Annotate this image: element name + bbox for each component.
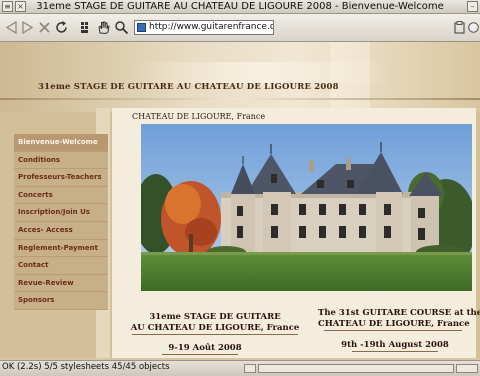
- sidebar-item-conditions[interactable]: Conditions: [14, 151, 108, 170]
- fr-dates-underline: [162, 354, 238, 355]
- sidebar-item-bienvenue[interactable]: Bienvenue-Welcome: [14, 134, 108, 152]
- forward-arrow-icon[interactable]: [20, 20, 35, 35]
- browser-toolbar: http://www.guitarenfrance.org/: [0, 14, 480, 42]
- minimize-icon[interactable]: –: [467, 1, 478, 12]
- banner-glow: [130, 62, 390, 84]
- en-course-dates: 9th -19th August 2008: [341, 340, 449, 350]
- sidebar-item-sponsors[interactable]: Sponsors: [14, 292, 108, 310]
- reload-icon[interactable]: [54, 20, 69, 35]
- sidebar-item-professeurs[interactable]: Professeurs-Teachers: [14, 169, 108, 187]
- sidebar-item-revue[interactable]: Revue-Review: [14, 274, 108, 293]
- url-field[interactable]: http://www.guitarenfrance.org/: [134, 20, 274, 35]
- fr-course-title: 31eme STAGE DE GUITARE: [149, 312, 281, 322]
- fr-course-location: AU CHATEAU DE LIGOURE, France: [130, 323, 300, 333]
- status-text: OK (2.2s) 5/5 stylesheets 45/45 objects: [2, 362, 170, 372]
- en-underline: [324, 330, 462, 331]
- grid-view-icon[interactable]: [80, 20, 95, 35]
- sidebar-item-acces[interactable]: Acces- Access: [14, 221, 108, 240]
- hand-icon[interactable]: [96, 20, 111, 35]
- status-bar: OK (2.2s) 5/5 stylesheets 45/45 objects: [0, 360, 480, 376]
- stop-icon[interactable]: [37, 20, 52, 35]
- en-dates-underline: [352, 351, 438, 352]
- web-page: 31eme STAGE DE GUITARE AU CHATEAU DE LIG…: [0, 42, 480, 358]
- clipboard-icon[interactable]: [452, 20, 467, 35]
- window-title: 31eme STAGE DE GUITARE AU CHATEAU DE LIG…: [36, 1, 444, 12]
- page-icon: [137, 23, 146, 32]
- sidebar-nav: Bienvenue-Welcome Conditions Professeurs…: [14, 134, 108, 310]
- chateau-photo: [141, 124, 472, 291]
- status-indicator: [244, 364, 256, 373]
- site-title: 31eme STAGE DE GUITARE AU CHATEAU DE LIG…: [38, 82, 339, 92]
- status-resize-grip[interactable]: [456, 364, 478, 373]
- en-course-location: CHATEAU DE LIGOURE, France: [318, 319, 470, 329]
- sidebar-item-contact[interactable]: Contact: [14, 257, 108, 275]
- menu-circle-icon[interactable]: [467, 20, 480, 35]
- search-icon[interactable]: [114, 20, 129, 35]
- sidebar-item-reglement[interactable]: Reglement-Payment: [14, 239, 108, 258]
- fr-underline: [132, 334, 298, 335]
- sidebar-item-inscription[interactable]: Inscription/Join Us: [14, 204, 108, 222]
- status-progress: [258, 364, 454, 373]
- en-course-title: The 31st GUITARE COURSE at the: [318, 308, 480, 318]
- photo-caption: CHATEAU DE LIGOURE, France: [132, 112, 266, 121]
- back-arrow-icon[interactable]: [4, 20, 19, 35]
- sidebar-item-concerts[interactable]: Concerts: [14, 186, 108, 205]
- header-divider: [0, 98, 480, 100]
- fr-course-dates: 9-19 Août 2008: [168, 343, 242, 353]
- url-text: http://www.guitarenfrance.org/: [149, 22, 274, 32]
- window-title-bar: ≡ × 31eme STAGE DE GUITARE AU CHATEAU DE…: [0, 0, 480, 14]
